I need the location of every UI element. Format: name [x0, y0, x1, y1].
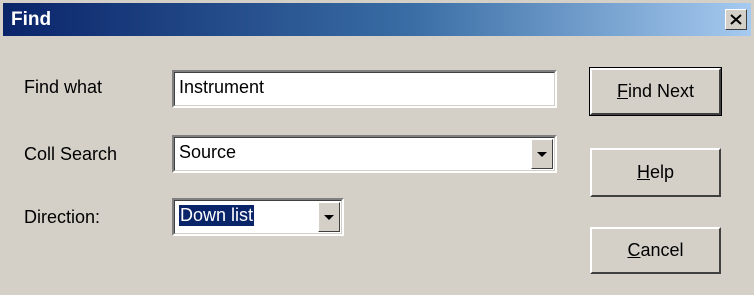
title-bar[interactable]: Find [3, 3, 751, 36]
direction-select[interactable]: Down list [172, 198, 344, 236]
chevron-down-icon [324, 214, 334, 220]
cancel-label: ancel [640, 240, 684, 260]
direction-value: Down list [179, 205, 255, 226]
cancel-accel: C [627, 240, 641, 260]
find-next-label: ind Next [627, 81, 695, 101]
direction-label: Direction: [24, 207, 101, 227]
chevron-down-icon [537, 151, 547, 157]
close-button[interactable] [725, 9, 747, 30]
find-what-label: Find what [24, 77, 103, 97]
find-next-accel: F [616, 81, 628, 101]
find-what-value: Instrument [179, 77, 265, 97]
close-icon [730, 14, 742, 25]
find-next-button[interactable]: Find Next [589, 67, 722, 116]
coll-search-select[interactable]: Source [172, 135, 557, 173]
coll-search-dropdown-button[interactable] [531, 139, 553, 169]
help-label: elp [649, 162, 675, 182]
find-dialog: Find Find what Instrument Coll Search So… [0, 0, 754, 295]
help-button[interactable]: Help [590, 148, 721, 197]
find-what-input[interactable]: Instrument [172, 70, 557, 108]
dialog-title: Find [11, 9, 52, 30]
coll-search-value: Source [179, 142, 237, 162]
direction-dropdown-button[interactable] [318, 202, 340, 232]
help-accel: H [636, 162, 650, 182]
coll-search-label: Coll Search [24, 144, 118, 164]
cancel-button[interactable]: Cancel [590, 227, 721, 274]
